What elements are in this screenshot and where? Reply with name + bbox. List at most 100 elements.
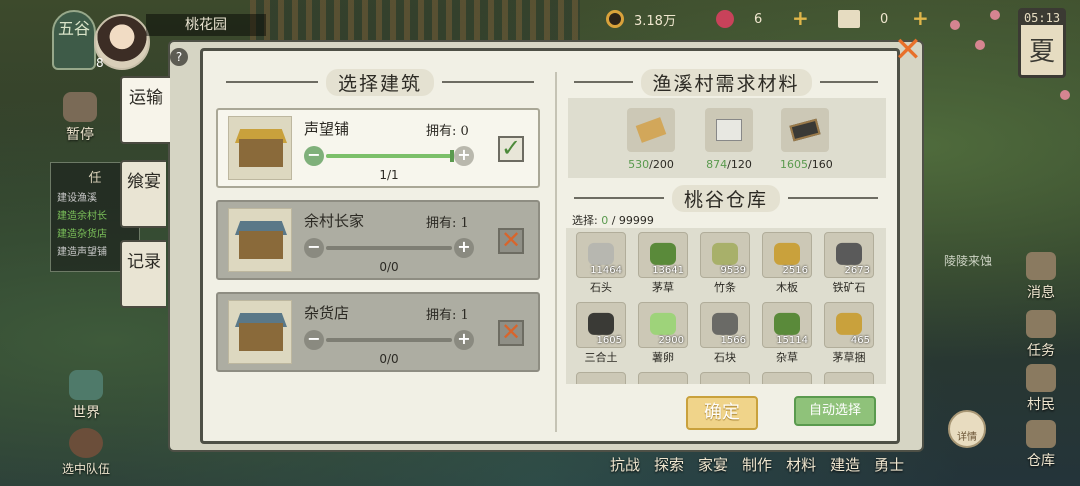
material-have: 1605 — [780, 158, 808, 171]
squad-button[interactable]: 选中队伍 — [56, 428, 116, 477]
required-material: 1605/160 — [780, 108, 833, 171]
warehouse-item[interactable]: 11464 石头 — [576, 232, 626, 295]
building-row[interactable]: 杂货店 拥有: 1 − + 0/0 ✕ — [216, 292, 540, 372]
warehouse-item[interactable]: 2900 薯卵 — [638, 302, 688, 365]
material-name: 茅草捆 — [832, 351, 866, 364]
building-count: 1/1 — [379, 168, 399, 182]
required-materials-box: 530/200 874/120 1605/160 — [568, 98, 886, 178]
add-flower-button[interactable]: + — [792, 6, 809, 30]
tasks-button[interactable]: 任务 — [1016, 310, 1066, 360]
ticket-counter: 0 — [838, 9, 888, 29]
clock-season-box[interactable]: 05:13 夏 — [1018, 8, 1066, 78]
warehouse-item[interactable] — [638, 372, 688, 384]
confirm-button[interactable]: 确定 — [686, 396, 758, 430]
messages-button[interactable]: 消息 — [1016, 252, 1066, 302]
decrease-button[interactable]: − — [304, 238, 324, 258]
auto-select-button[interactable]: 自动选择 — [794, 396, 876, 426]
quantity-slider[interactable]: − + — [304, 330, 474, 350]
close-button[interactable]: ✕ — [880, 30, 936, 70]
flower-counter: 6 — [716, 9, 762, 29]
checkbox-disabled-icon[interactable]: ✕ — [498, 228, 524, 254]
nav-item[interactable]: 探索 — [654, 454, 684, 475]
help-button[interactable]: ? — [170, 48, 188, 66]
material-icon: 13641 — [638, 232, 688, 278]
select-building-title: 选择建筑 — [218, 68, 542, 96]
tab-transport[interactable]: 运输 — [120, 76, 170, 144]
material-name: 三合土 — [584, 351, 618, 364]
building-owned: 拥有: 1 — [426, 216, 469, 231]
pause-button[interactable]: 暂停 — [50, 92, 110, 144]
material-quantity: 15114 — [776, 335, 808, 346]
tab-records[interactable]: 记录 — [120, 240, 166, 308]
decrease-button[interactable]: − — [304, 146, 324, 166]
detail-button[interactable]: 详情 — [948, 410, 986, 448]
warehouse-item[interactable]: 1566 石块 — [700, 302, 750, 365]
village-name: 桃花园 — [146, 14, 266, 36]
material-icon — [576, 372, 626, 384]
decrease-button[interactable]: − — [304, 330, 324, 350]
material-icon: 11464 — [576, 232, 626, 278]
flower-amount: 6 — [754, 11, 763, 27]
checkbox-checked-icon[interactable]: ✓ — [498, 136, 524, 162]
building-row[interactable]: 余村长家 拥有: 1 − + 0/0 ✕ — [216, 200, 540, 280]
warehouse-item[interactable]: 9539 竹条 — [700, 232, 750, 295]
building-count: 0/0 — [379, 260, 399, 274]
clay-icon — [781, 108, 829, 152]
avatar-level: 8 — [96, 56, 104, 70]
ticket-icon — [838, 10, 860, 28]
warehouse-item[interactable] — [576, 372, 626, 384]
building-owned: 拥有: 0 — [426, 124, 469, 139]
material-need: /120 — [727, 158, 752, 171]
increase-button[interactable]: + — [454, 330, 474, 350]
flower-icon — [716, 10, 734, 28]
world-button[interactable]: 世界 — [56, 370, 116, 422]
warehouse-item[interactable]: 13641 茅草 — [638, 232, 688, 295]
building-row[interactable]: 声望铺 拥有: 0 − + 1/1 ✓ — [216, 108, 540, 188]
nav-item[interactable]: 建造 — [830, 454, 860, 475]
warehouse-item[interactable] — [700, 372, 750, 384]
warehouse-title-label: 桃谷仓库 — [672, 184, 781, 212]
warehouse-item[interactable] — [762, 372, 812, 384]
warehouse-item[interactable]: 15114 杂草 — [762, 302, 812, 365]
warehouse-button[interactable]: 仓库 — [1016, 420, 1066, 470]
warehouse-item[interactable]: 2516 木板 — [762, 232, 812, 295]
material-need: /160 — [808, 158, 833, 171]
nav-item[interactable]: 勇士 — [874, 454, 904, 475]
nav-item[interactable]: 家宴 — [698, 454, 728, 475]
tab-feast[interactable]: 飨宴 — [120, 160, 166, 228]
quantity-slider[interactable]: − + — [304, 238, 474, 258]
villagers-button[interactable]: 村民 — [1016, 364, 1066, 414]
warehouse-item[interactable]: 2673 铁矿石 — [824, 232, 874, 295]
material-icon — [824, 372, 874, 384]
add-ticket-button[interactable]: + — [912, 6, 929, 30]
warehouse-item[interactable]: 1605 三合土 — [576, 302, 626, 365]
select-building-label: 选择建筑 — [326, 68, 435, 96]
increase-button[interactable]: + — [454, 238, 474, 258]
season-badge[interactable]: 五谷 — [52, 10, 96, 70]
select-max: / 99999 — [608, 214, 654, 227]
material-icon: 15114 — [762, 302, 812, 348]
material-need: /200 — [649, 158, 674, 171]
villagers-icon — [1026, 364, 1056, 392]
material-name: 石块 — [714, 351, 736, 364]
wood-plank-icon — [627, 108, 675, 152]
nav-item[interactable]: 制作 — [742, 454, 772, 475]
map-location-label: 陵陵来蚀 — [944, 254, 993, 268]
material-name: 竹条 — [714, 281, 736, 294]
dialog-divider — [555, 72, 557, 432]
material-quantity: 465 — [850, 335, 870, 346]
warehouse-grid: 11464 石头 13641 茅草 9539 竹条 2516 木板 2673 铁矿石 1605 三合土… — [566, 228, 886, 384]
warehouse-item[interactable]: 465 茅草捆 — [824, 302, 874, 365]
messages-label: 消息 — [1027, 285, 1055, 301]
increase-button[interactable]: + — [454, 146, 474, 166]
nav-item[interactable]: 抗战 — [610, 454, 640, 475]
ticket-amount: 0 — [880, 11, 889, 27]
white-stone-icon — [705, 108, 753, 152]
nav-item[interactable]: 材料 — [786, 454, 816, 475]
material-have: 530 — [628, 158, 650, 171]
world-icon — [69, 370, 103, 400]
material-name: 茅草 — [652, 281, 674, 294]
warehouse-item[interactable] — [824, 372, 874, 384]
checkbox-disabled-icon[interactable]: ✕ — [498, 320, 524, 346]
quantity-slider[interactable]: − + — [304, 146, 474, 166]
